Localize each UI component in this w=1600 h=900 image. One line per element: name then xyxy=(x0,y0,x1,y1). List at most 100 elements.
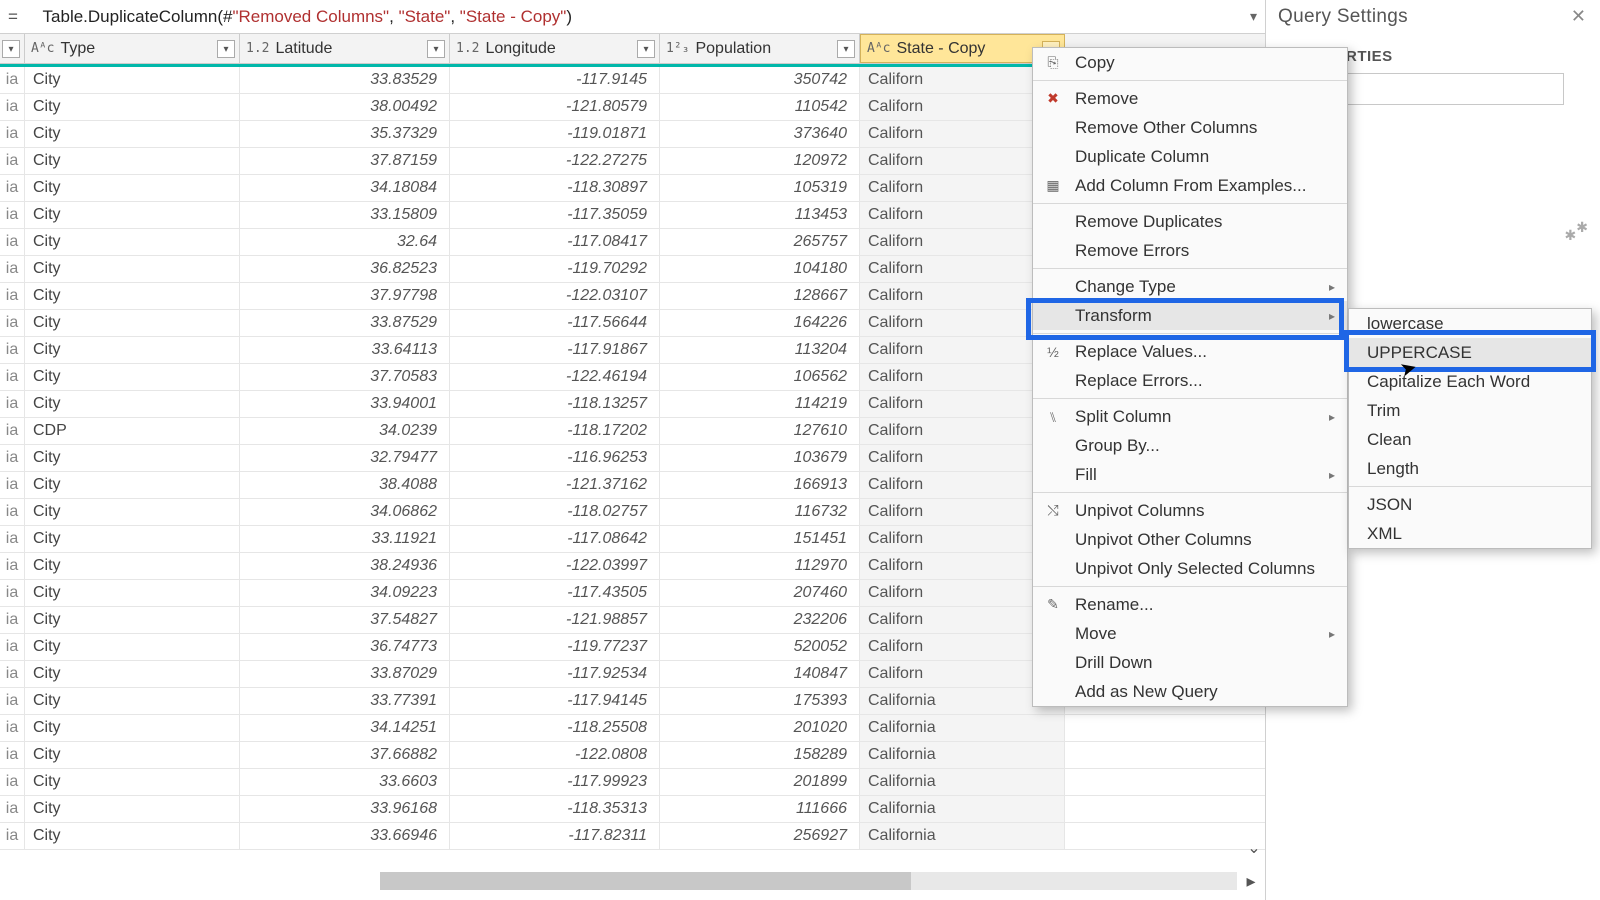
table-row[interactable]: iaCity33.6603-117.99923201899California xyxy=(0,769,1265,796)
cell-latitude: 32.64 xyxy=(240,229,450,255)
cell-type: City xyxy=(25,175,240,201)
decimal-type-icon: 1.2 xyxy=(456,41,479,56)
menu-replace-values[interactable]: ½Replace Values... xyxy=(1033,337,1347,366)
scroll-thumb[interactable] xyxy=(380,872,911,890)
cell-leading: ia xyxy=(0,661,25,687)
copy-icon: ⎘ xyxy=(1043,54,1063,71)
formula-dropdown-icon[interactable]: ▾ xyxy=(1250,8,1257,25)
cell-latitude: 33.64113 xyxy=(240,337,450,363)
table-row[interactable]: iaCity37.66882-122.0808158289California xyxy=(0,742,1265,769)
col-header-population[interactable]: 1²₃Population▾ xyxy=(660,34,860,63)
menu-add-from-examples[interactable]: ▦Add Column From Examples... xyxy=(1033,171,1347,200)
menu-unpivot[interactable]: ⤭Unpivot Columns xyxy=(1033,496,1347,525)
menu-remove-other[interactable]: Remove Other Columns xyxy=(1033,113,1347,142)
cell-population: 114219 xyxy=(660,391,860,417)
cell-leading: ia xyxy=(0,607,25,633)
formula-bar[interactable]: = Table.DuplicateColumn(#"Removed Column… xyxy=(0,0,1265,34)
cell-longitude: -122.03107 xyxy=(450,283,660,309)
scroll-track[interactable] xyxy=(380,872,1237,890)
close-icon[interactable]: ✕ xyxy=(1571,6,1586,27)
cell-latitude: 34.0239 xyxy=(240,418,450,444)
col-header-type[interactable]: AᴬcType▾ xyxy=(25,34,240,63)
cell-longitude: -117.56644 xyxy=(450,310,660,336)
submenu-json[interactable]: JSON xyxy=(1349,490,1591,519)
submenu-uppercase[interactable]: UPPERCASE xyxy=(1349,338,1591,367)
cell-leading: ia xyxy=(0,715,25,741)
menu-duplicate[interactable]: Duplicate Column xyxy=(1033,142,1347,171)
menu-change-type[interactable]: Change Type▸ xyxy=(1033,272,1347,301)
horizontal-scrollbar[interactable]: ▸ xyxy=(0,862,1265,900)
menu-move[interactable]: Move▸ xyxy=(1033,619,1347,648)
cell-state-copy: California xyxy=(860,796,1065,822)
filter-icon[interactable]: ▾ xyxy=(2,40,20,58)
submenu-capitalize[interactable]: Capitalize Each Word xyxy=(1349,367,1591,396)
cell-type: City xyxy=(25,607,240,633)
cell-leading: ia xyxy=(0,121,25,147)
filter-icon[interactable]: ▾ xyxy=(427,40,445,58)
submenu-lowercase[interactable]: lowercase xyxy=(1349,309,1591,338)
cell-population: 373640 xyxy=(660,121,860,147)
gear-icon[interactable]: ✱ xyxy=(1576,219,1588,236)
cell-leading: ia xyxy=(0,472,25,498)
menu-remove-duplicates[interactable]: Remove Duplicates xyxy=(1033,207,1347,236)
menu-remove-errors[interactable]: Remove Errors xyxy=(1033,236,1347,265)
cell-type: City xyxy=(25,688,240,714)
col-header-label: Longitude xyxy=(485,40,555,58)
cell-longitude: -118.25508 xyxy=(450,715,660,741)
replace-icon: ½ xyxy=(1043,344,1063,360)
submenu-xml[interactable]: XML xyxy=(1349,519,1591,548)
gear-icon[interactable]: ✱ xyxy=(1565,227,1577,244)
int-type-icon: 1²₃ xyxy=(666,41,689,56)
submenu-trim[interactable]: Trim xyxy=(1349,396,1591,425)
cell-longitude: -122.27275 xyxy=(450,148,660,174)
table-row[interactable]: iaCity33.66946-117.82311256927California xyxy=(0,823,1265,850)
submenu-arrow-icon: ▸ xyxy=(1329,468,1335,482)
col-header-latitude[interactable]: 1.2Latitude▾ xyxy=(240,34,450,63)
table-row[interactable]: iaCity34.14251-118.25508201020California xyxy=(0,715,1265,742)
submenu-length[interactable]: Length xyxy=(1349,454,1591,483)
text-type-icon: Aᴬc xyxy=(867,41,890,56)
scroll-right-icon[interactable]: ▸ xyxy=(1237,871,1265,892)
filter-icon[interactable]: ▾ xyxy=(637,40,655,58)
col-header-leading[interactable]: ▾ xyxy=(0,34,25,63)
menu-remove[interactable]: ✖Remove xyxy=(1033,84,1347,113)
menu-drill-down[interactable]: Drill Down xyxy=(1033,648,1347,677)
menu-replace-errors[interactable]: Replace Errors... xyxy=(1033,366,1347,395)
col-header-longitude[interactable]: 1.2 Longitude ▾ xyxy=(450,34,660,63)
menu-rename[interactable]: ✎Rename... xyxy=(1033,590,1347,619)
examples-icon: ▦ xyxy=(1043,177,1063,194)
cell-leading: ia xyxy=(0,391,25,417)
submenu-clean[interactable]: Clean xyxy=(1349,425,1591,454)
cell-latitude: 34.06862 xyxy=(240,499,450,525)
cell-state-copy: California xyxy=(860,769,1065,795)
menu-unpivot-selected[interactable]: Unpivot Only Selected Columns xyxy=(1033,554,1347,583)
menu-transform[interactable]: Transform▸ xyxy=(1033,301,1347,330)
cell-population: 350742 xyxy=(660,67,860,93)
filter-icon[interactable]: ▾ xyxy=(837,40,855,58)
menu-fill[interactable]: Fill▸ xyxy=(1033,460,1347,489)
cell-latitude: 36.74773 xyxy=(240,634,450,660)
menu-copy[interactable]: ⎘Copy xyxy=(1033,48,1347,77)
scroll-down-icon[interactable]: ⌄ xyxy=(1247,838,1260,858)
cell-latitude: 37.66882 xyxy=(240,742,450,768)
table-row[interactable]: iaCity33.96168-118.35313111666California xyxy=(0,796,1265,823)
cell-latitude: 33.66946 xyxy=(240,823,450,849)
submenu-arrow-icon: ▸ xyxy=(1329,410,1335,424)
cell-type: City xyxy=(25,391,240,417)
cell-state-copy: California xyxy=(860,742,1065,768)
menu-add-new-query[interactable]: Add as New Query xyxy=(1033,677,1347,706)
cell-longitude: -119.77237 xyxy=(450,634,660,660)
cell-population: 105319 xyxy=(660,175,860,201)
cell-longitude: -119.70292 xyxy=(450,256,660,282)
cell-latitude: 33.87529 xyxy=(240,310,450,336)
cell-longitude: -117.9145 xyxy=(450,67,660,93)
filter-icon[interactable]: ▾ xyxy=(217,40,235,58)
cell-population: 128667 xyxy=(660,283,860,309)
menu-group-by[interactable]: Group By... xyxy=(1033,431,1347,460)
cell-type: City xyxy=(25,229,240,255)
transform-submenu: lowercase UPPERCASE Capitalize Each Word… xyxy=(1348,308,1592,549)
cell-type: City xyxy=(25,553,240,579)
menu-split-column[interactable]: ⑊Split Column▸ xyxy=(1033,402,1347,431)
menu-unpivot-other[interactable]: Unpivot Other Columns xyxy=(1033,525,1347,554)
cell-latitude: 38.24936 xyxy=(240,553,450,579)
